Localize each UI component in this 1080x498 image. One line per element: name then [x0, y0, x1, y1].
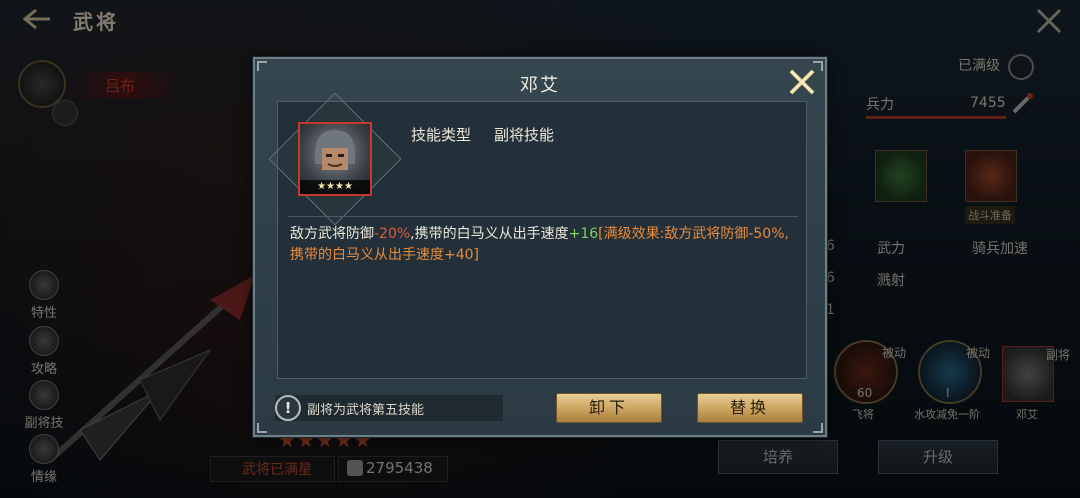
- skill-detail-panel: ★★★★ 技能类型 副将技能 敌方武将防御-20%,携带的白马义从出手速度+16…: [268, 92, 807, 379]
- skill-description: 敌方武将防御-20%,携带的白马义从出手速度+16[满级效果:敌方武将防御-50…: [290, 224, 798, 266]
- dialog-title: 邓艾: [520, 75, 560, 96]
- close-icon[interactable]: [785, 65, 819, 99]
- unequip-button[interactable]: 卸下: [556, 393, 662, 423]
- skill-type-value: 副将技能: [494, 126, 555, 144]
- desc-value-speed: +16: [568, 226, 599, 242]
- corner-ornament: [257, 423, 267, 433]
- hint-text: 副将为武将第五技能: [307, 403, 425, 418]
- replace-button[interactable]: 替换: [697, 393, 803, 423]
- exclamation-icon: !: [275, 395, 301, 421]
- portrait-stars: ★★★★: [300, 180, 370, 194]
- divider: [288, 216, 798, 217]
- deputy-portrait: ★★★★: [298, 122, 372, 196]
- desc-value-defense: -20%: [374, 226, 411, 242]
- helmet-face-icon: [315, 130, 355, 170]
- skill-type-label: 技能类型: [411, 126, 472, 144]
- skill-dialog: 邓艾 ★★★★ 技能类型 副将技能 敌方武将防御-20%,携带的白马义从出手速度…: [253, 57, 827, 437]
- desc-text: ,携带的白马义从出手速度: [410, 226, 569, 242]
- corner-ornament: [257, 61, 267, 71]
- desc-text: 敌方武将防御: [290, 226, 374, 242]
- corner-ornament: [813, 423, 823, 433]
